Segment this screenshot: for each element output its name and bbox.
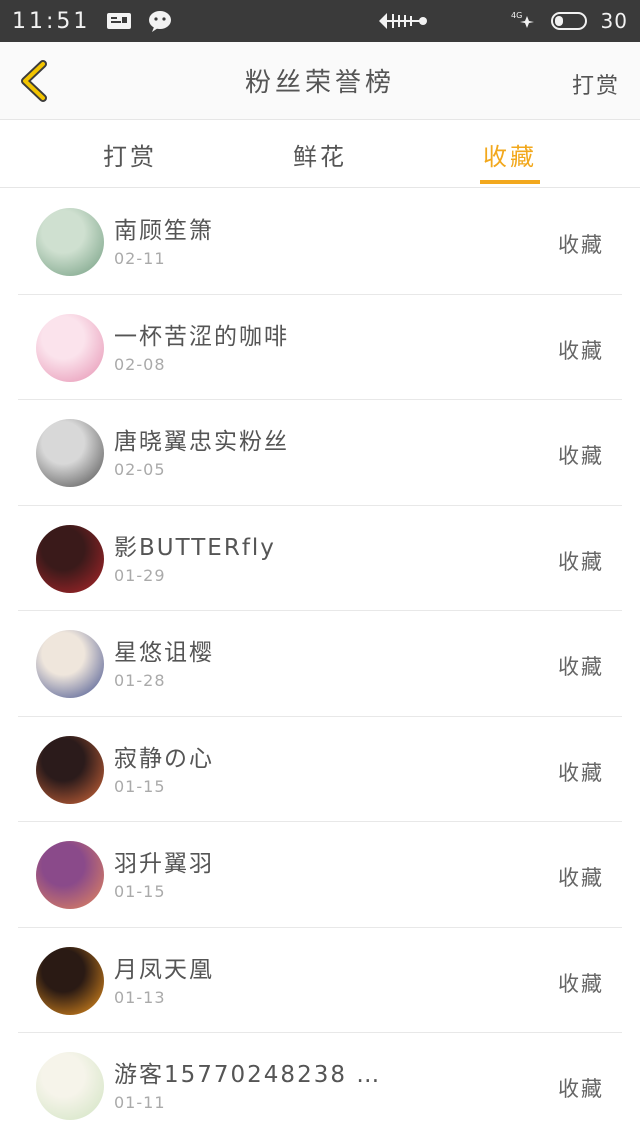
fan-list: 南顾笙箫 02-11 收藏 一杯苦涩的咖啡 02-08 收藏 唐晓翼忠实粉丝 02-05 收藏影…	[0, 189, 640, 1138]
tab-label: 鲜花	[293, 142, 347, 171]
fan-name: 星悠诅樱	[114, 640, 214, 666]
reward-button[interactable]: 打赏	[572, 68, 620, 100]
fan-name: 南顾笙箫	[114, 218, 214, 244]
list-item[interactable]: 寂静の心 01-15 收藏	[18, 717, 622, 822]
avatar[interactable]	[36, 735, 104, 804]
tab-label: 收藏	[483, 142, 537, 171]
avatar[interactable]	[36, 313, 104, 382]
list-item[interactable]: 羽升翼羽 01-15 收藏	[18, 822, 622, 928]
status-time: 11:51	[12, 8, 91, 34]
fan-name: 唐晓翼忠实粉丝	[114, 429, 289, 455]
network-4g-icon: 4G	[497, 8, 537, 34]
avatar[interactable]	[36, 208, 104, 276]
avatar[interactable]	[36, 841, 104, 909]
fan-date: 01-28	[114, 671, 166, 690]
fan-date: 02-05	[114, 460, 166, 479]
tab-bar: 打赏 鲜花 收藏	[0, 120, 640, 188]
fan-action-type: 收藏	[558, 866, 604, 890]
fan-date: 02-11	[114, 249, 166, 268]
sim-card-icon	[106, 11, 132, 31]
list-item[interactable]: 影BUTTERfly 01-29 收藏	[18, 506, 622, 611]
fan-date: 02-08	[114, 354, 166, 374]
fan-date: 01-15	[114, 882, 166, 901]
avatar[interactable]	[36, 1052, 104, 1120]
tab-label: 打赏	[103, 142, 157, 171]
page-title: 粉丝荣誉榜	[244, 68, 395, 98]
status-bar: 11:51 4G 30	[0, 0, 640, 42]
list-item[interactable]: 南顾笙箫 02-11 收藏	[18, 189, 622, 295]
fan-date: 01-13	[114, 987, 166, 1007]
avatar[interactable]	[36, 524, 104, 593]
back-button[interactable]	[14, 58, 54, 104]
fan-action-type: 收藏	[558, 655, 604, 679]
fan-action-type: 收藏	[558, 760, 604, 785]
fan-action-type: 收藏	[558, 1077, 604, 1101]
tab-favorites[interactable]: 收藏	[440, 120, 580, 188]
avatar[interactable]	[36, 419, 104, 487]
tab-active-indicator	[480, 180, 540, 184]
fan-name: 月凤天凰	[114, 956, 214, 983]
fan-action-type: 收藏	[558, 338, 604, 363]
avatar[interactable]	[36, 946, 104, 1015]
tab-reward[interactable]: 打赏	[60, 120, 200, 188]
fan-date: 01-15	[114, 776, 166, 796]
fan-name: 寂静の心	[114, 745, 214, 772]
fish-bone-icon	[377, 10, 429, 32]
list-item[interactable]: 月凤天凰 01-13 收藏	[18, 928, 622, 1033]
list-item[interactable]: 星悠诅樱 01-28 收藏	[18, 611, 622, 717]
battery-icon	[550, 12, 587, 30]
list-item[interactable]: 一杯苦涩的咖啡 02-08 收藏	[18, 295, 622, 400]
list-item[interactable]: 游客15770248238 … 01-11 收藏	[18, 1033, 622, 1138]
fan-date: 01-11	[114, 1093, 166, 1112]
battery-level: 30	[600, 9, 628, 33]
wechat-icon	[148, 9, 176, 33]
fan-name: 影BUTTERfly	[114, 534, 276, 561]
list-item[interactable]: 唐晓翼忠实粉丝 02-05 收藏	[18, 400, 622, 506]
fan-action-type: 收藏	[558, 444, 604, 468]
fan-name: 游客15770248238 …	[114, 1062, 382, 1088]
fan-action-type: 收藏	[558, 549, 604, 574]
fan-action-type: 收藏	[558, 971, 604, 996]
fan-action-type: 收藏	[558, 233, 604, 257]
chevron-left-icon	[21, 60, 47, 102]
battery-fill	[554, 16, 563, 26]
fan-name: 羽升翼羽	[114, 851, 214, 877]
moon-signal-icon	[443, 8, 483, 34]
nav-bar: 粉丝荣誉榜 打赏	[0, 42, 640, 120]
svg-text:4G: 4G	[511, 11, 522, 20]
avatar[interactable]	[36, 630, 104, 698]
fan-date: 01-29	[114, 565, 166, 585]
fan-name: 一杯苦涩的咖啡	[114, 323, 289, 350]
tab-flowers[interactable]: 鲜花	[250, 120, 390, 188]
